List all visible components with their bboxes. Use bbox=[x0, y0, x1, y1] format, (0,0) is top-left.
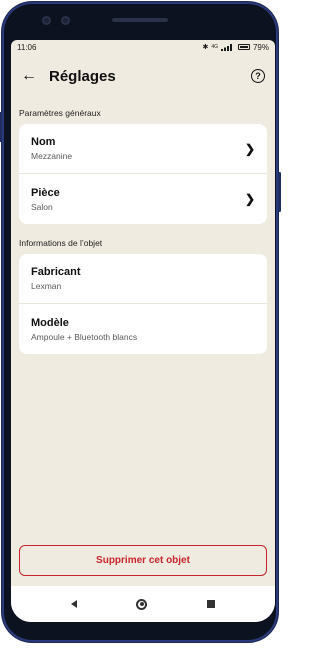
network-label: 4G bbox=[211, 44, 218, 50]
row-value: Salon bbox=[31, 201, 53, 212]
row-label: Pièce bbox=[31, 186, 60, 199]
section-title-object: Informations de l’objet bbox=[19, 238, 103, 248]
nav-home-icon[interactable] bbox=[136, 598, 148, 610]
earpiece-speaker bbox=[112, 18, 168, 22]
object-info-card: Fabricant Lexman Modèle Ampoule + Blueto… bbox=[19, 254, 267, 354]
row-value: Lexman bbox=[31, 281, 62, 291]
sensor-icon bbox=[61, 16, 70, 25]
row-value: Ampoule + Bluetooth blancs bbox=[31, 331, 138, 342]
app-bar: ← Réglages ? bbox=[11, 54, 275, 98]
camera-icon bbox=[42, 16, 51, 25]
question-circle-icon[interactable]: ? bbox=[251, 69, 265, 83]
row-label: Nom bbox=[31, 136, 56, 148]
power-button bbox=[278, 172, 281, 212]
nav-back-icon[interactable] bbox=[70, 600, 77, 608]
row-label: Modèle bbox=[31, 316, 69, 329]
status-bar: 11:06 ✱ 4G 79% bbox=[11, 40, 275, 54]
bluetooth-icon: ✱ bbox=[202, 44, 209, 51]
battery-icon bbox=[237, 44, 250, 50]
row-label: Fabricant bbox=[31, 266, 81, 278]
page-title: Réglages bbox=[49, 67, 116, 85]
delete-object-button[interactable]: Supprimer cet objet bbox=[19, 545, 267, 576]
front-sensors bbox=[42, 16, 70, 25]
signal-icon bbox=[220, 43, 232, 51]
row-value: Mezzanine bbox=[31, 151, 73, 161]
general-settings-card: Nom Mezzanine ❯ Pièce Salon ❯ bbox=[19, 124, 267, 224]
settings-row-room[interactable]: Pièce Salon ❯ bbox=[19, 174, 267, 224]
section-title-general: Paramètres généraux bbox=[19, 108, 101, 118]
settings-row-name[interactable]: Nom Mezzanine ❯ bbox=[19, 124, 267, 174]
nav-recents-icon[interactable] bbox=[207, 600, 216, 608]
chevron-right-icon: ❯ bbox=[244, 192, 255, 206]
volume-button bbox=[0, 112, 2, 142]
phone-frame: 11:06 ✱ 4G 79% ← Réglages ? Paramètres g… bbox=[0, 2, 281, 642]
system-nav-bar bbox=[11, 586, 275, 622]
chevron-right-icon: ❯ bbox=[244, 141, 255, 156]
info-row-manufacturer: Fabricant Lexman bbox=[19, 254, 267, 304]
info-row-model: Modèle Ampoule + Bluetooth blancs bbox=[19, 304, 267, 354]
status-time: 11:06 bbox=[17, 42, 37, 52]
screen: 11:06 ✱ 4G 79% ← Réglages ? Paramètres g… bbox=[11, 40, 275, 622]
arrow-left-icon[interactable]: ← bbox=[21, 68, 37, 84]
status-icons: ✱ 4G 79% bbox=[202, 43, 269, 52]
battery-percent: 79% bbox=[252, 42, 269, 52]
